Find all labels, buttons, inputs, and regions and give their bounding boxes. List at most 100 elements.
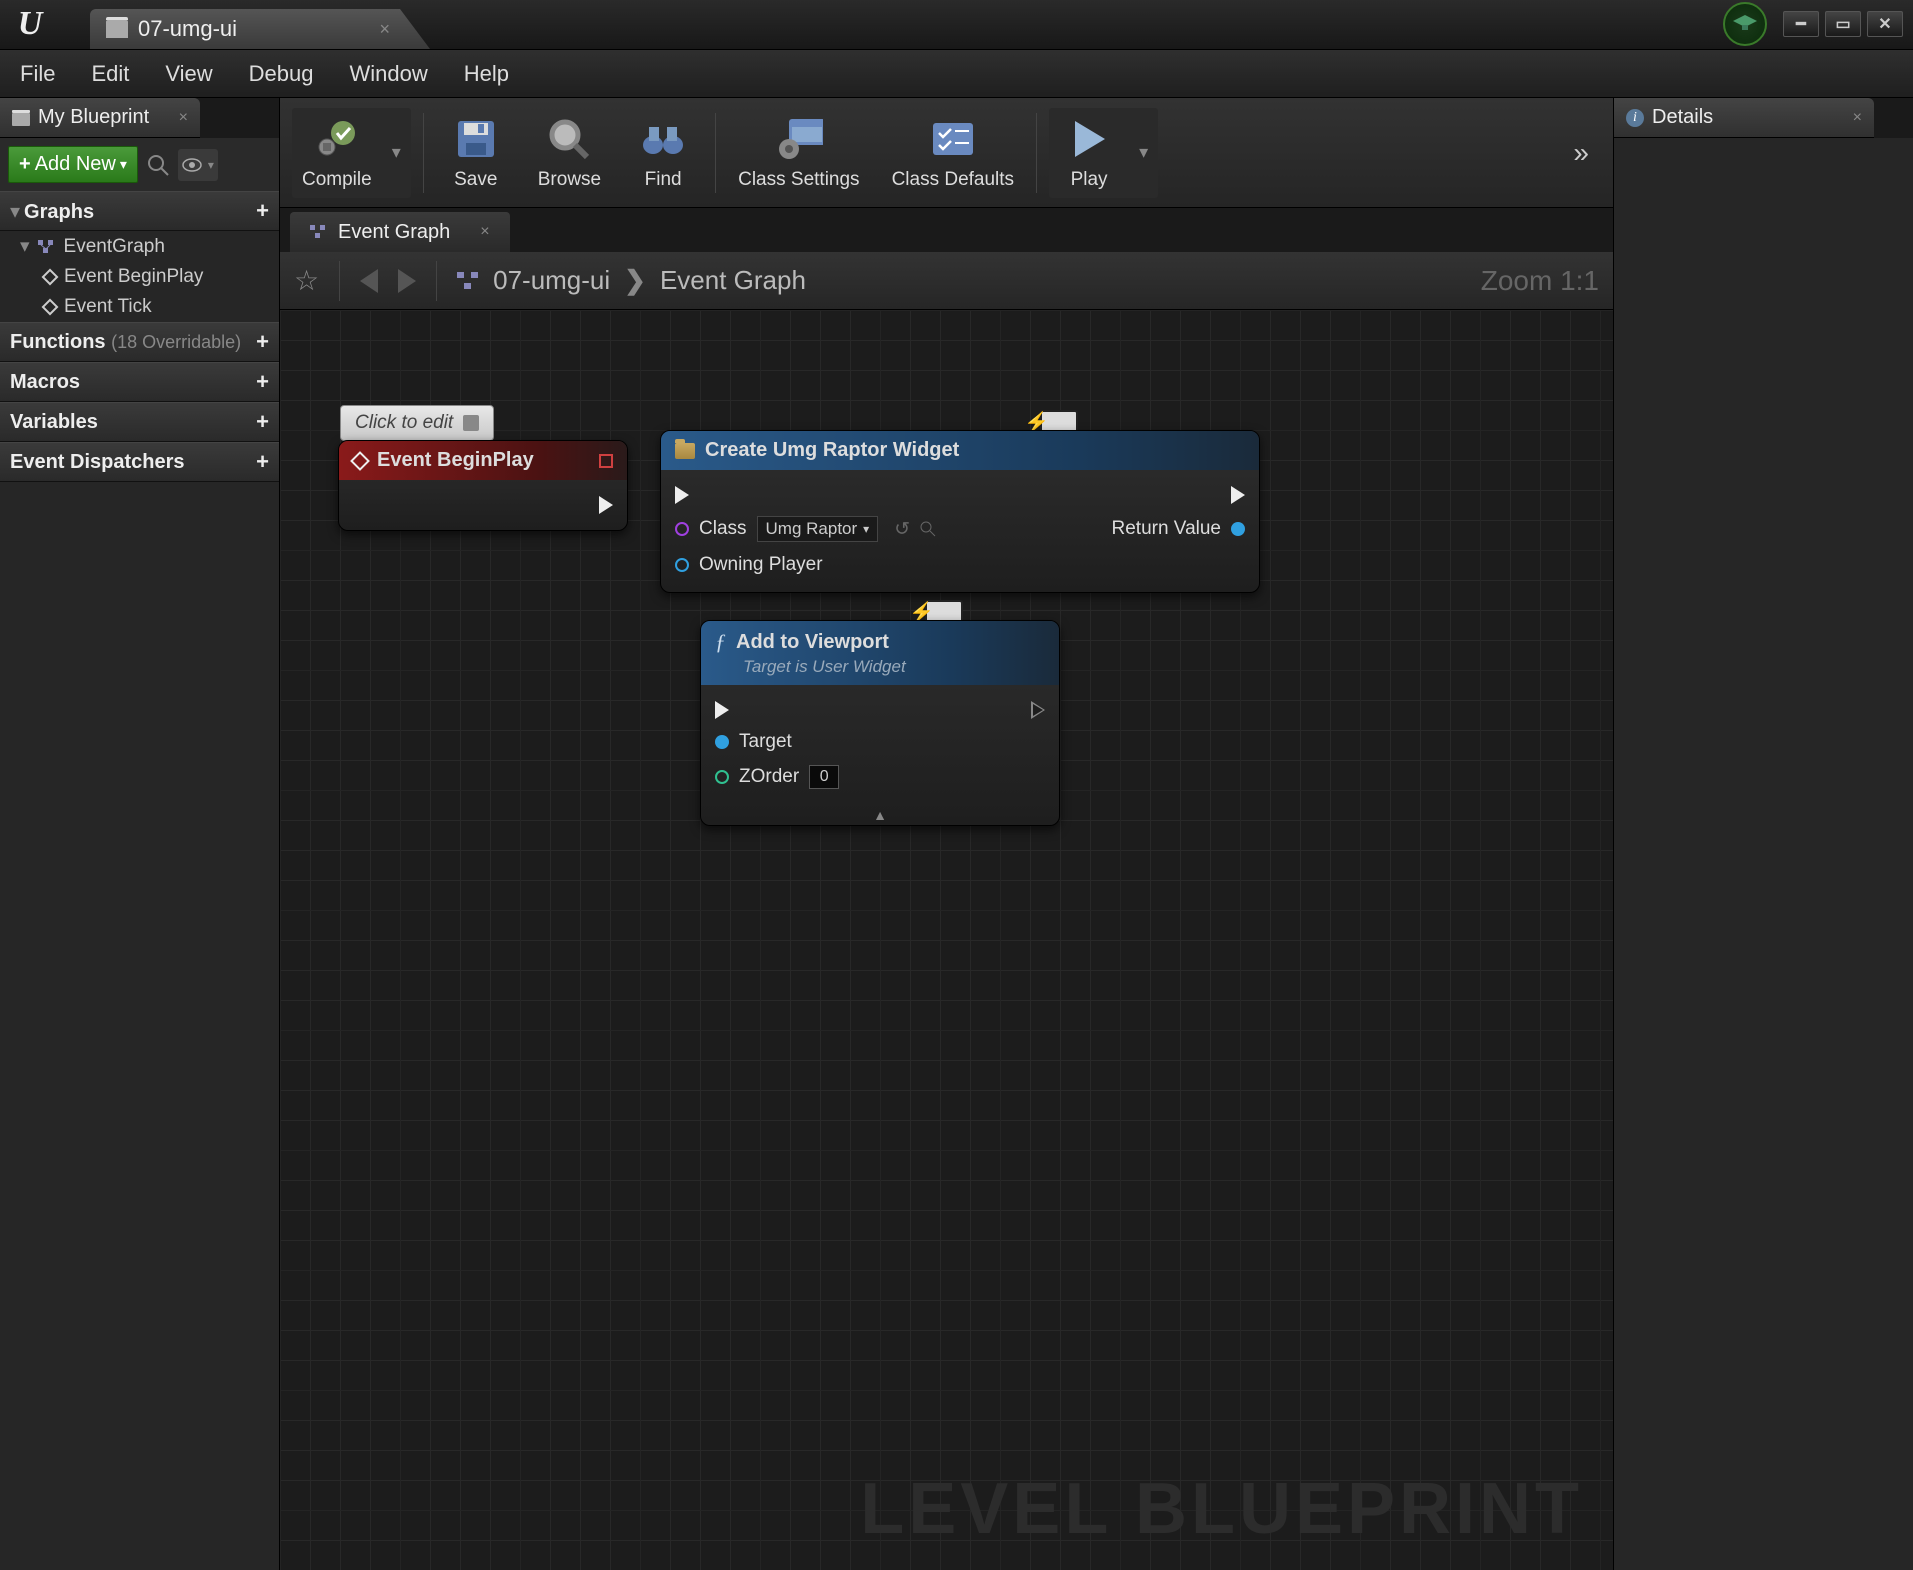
- return-value-pin[interactable]: Return Value: [1112, 518, 1246, 540]
- node-header[interactable]: ƒ Add to Viewport Target is User Widget: [701, 621, 1059, 685]
- tool-label: Save: [454, 169, 497, 191]
- class-pin[interactable]: Class Umg Raptor ▾ ↺: [675, 516, 936, 542]
- tab-details[interactable]: i Details ×: [1614, 98, 1874, 138]
- tab-my-blueprint[interactable]: My Blueprint ×: [0, 98, 200, 138]
- plus-icon[interactable]: +: [256, 329, 269, 355]
- tool-label: Browse: [538, 169, 601, 191]
- graph-icon: [457, 272, 479, 290]
- tree-item-event-tick[interactable]: Event Tick: [0, 292, 279, 322]
- tree-item-event-beginplay[interactable]: Event BeginPlay: [0, 262, 279, 292]
- menu-help[interactable]: Help: [464, 61, 509, 87]
- editor-tab[interactable]: 07-umg-ui ×: [90, 9, 430, 49]
- pin-label: Class: [699, 518, 747, 540]
- menu-bar: File Edit View Debug Window Help: [0, 50, 1913, 98]
- tree-item-label: Event Tick: [64, 296, 152, 318]
- section-variables[interactable]: Variables +: [0, 402, 279, 442]
- expand-node-icon[interactable]: ▲: [701, 805, 1059, 825]
- plus-icon[interactable]: +: [256, 449, 269, 475]
- section-event-dispatchers[interactable]: Event Dispatchers +: [0, 442, 279, 482]
- folder-icon: [675, 443, 695, 459]
- nav-back-button[interactable]: [360, 269, 378, 293]
- menu-view[interactable]: View: [165, 61, 212, 87]
- pin-label: Target: [739, 731, 792, 753]
- menu-file[interactable]: File: [20, 61, 55, 87]
- menu-debug[interactable]: Debug: [249, 61, 314, 87]
- target-pin[interactable]: Target: [715, 731, 792, 753]
- overflow-button[interactable]: »: [1573, 137, 1589, 169]
- panel-my-blueprint: My Blueprint × + Add New ▾ ▾ ▾Graphs + ▾…: [0, 98, 280, 1570]
- chevron-down-icon[interactable]: ▾: [1129, 142, 1158, 163]
- menu-edit[interactable]: Edit: [91, 61, 129, 87]
- class-settings-button[interactable]: Class Settings: [728, 108, 869, 198]
- unreal-logo-icon: U: [0, 0, 60, 49]
- panel-details: i Details ×: [1613, 98, 1913, 1570]
- nav-forward-button[interactable]: [398, 269, 416, 293]
- plus-icon[interactable]: +: [256, 198, 269, 224]
- section-functions[interactable]: Functions (18 Overridable) +: [0, 322, 279, 362]
- node-header[interactable]: Create Umg Raptor Widget: [661, 431, 1259, 470]
- binoculars-icon: [639, 115, 687, 163]
- node-event-beginplay[interactable]: Event BeginPlay: [338, 440, 628, 531]
- search-icon[interactable]: [146, 153, 170, 177]
- exec-in-pin[interactable]: [715, 701, 729, 719]
- graduation-cap-icon[interactable]: [1723, 2, 1767, 46]
- title-bar: U 07-umg-ui × ━ ▭ ✕: [0, 0, 1913, 50]
- browse-asset-icon[interactable]: [920, 521, 936, 537]
- tree-item-eventgraph[interactable]: ▾ EventGraph: [0, 231, 279, 262]
- exec-out-pin[interactable]: [599, 496, 613, 514]
- save-button[interactable]: Save: [436, 108, 516, 198]
- graph-icon: [38, 240, 56, 254]
- info-icon: i: [1626, 109, 1644, 127]
- chevron-down-icon[interactable]: ▾: [382, 142, 411, 163]
- tab-label: Details: [1652, 106, 1713, 129]
- owning-player-pin[interactable]: Owning Player: [675, 554, 823, 576]
- menu-window[interactable]: Window: [350, 61, 428, 87]
- close-window-button[interactable]: ✕: [1867, 11, 1903, 37]
- find-button[interactable]: Find: [623, 108, 703, 198]
- tab-label: Event Graph: [338, 221, 450, 244]
- pin-icon: [463, 415, 479, 431]
- exec-in-pin[interactable]: [675, 486, 689, 504]
- view-options-button[interactable]: ▾: [178, 149, 218, 181]
- section-graphs[interactable]: ▾Graphs +: [0, 191, 279, 231]
- class-defaults-button[interactable]: Class Defaults: [882, 108, 1025, 198]
- reset-icon[interactable]: ↺: [894, 518, 910, 541]
- play-button[interactable]: Play: [1049, 108, 1129, 198]
- graph-canvas[interactable]: Click to edit Event BeginPlay: [280, 310, 1613, 1570]
- exec-out-pin[interactable]: [1031, 701, 1045, 719]
- node-add-to-viewport[interactable]: ƒ Add to Viewport Target is User Widget …: [700, 620, 1060, 826]
- plus-icon[interactable]: +: [256, 369, 269, 395]
- zorder-input[interactable]: [809, 765, 839, 789]
- tree-item-label: Event BeginPlay: [64, 266, 203, 288]
- plus-icon[interactable]: +: [256, 409, 269, 435]
- breadcrumb-level[interactable]: 07-umg-ui: [493, 265, 610, 296]
- plus-icon: +: [19, 153, 31, 176]
- book-icon: [12, 110, 30, 126]
- exec-out-pin[interactable]: [1231, 486, 1245, 504]
- node-create-widget[interactable]: Create Umg Raptor Widget Class Umg Rapto…: [660, 430, 1260, 593]
- comment-tooltip[interactable]: Click to edit: [340, 405, 494, 441]
- canvas-watermark: LEVEL BLUEPRINT: [860, 1468, 1583, 1550]
- section-macros[interactable]: Macros +: [0, 362, 279, 402]
- close-icon[interactable]: ×: [1853, 109, 1862, 127]
- close-tab-icon[interactable]: ×: [379, 19, 390, 40]
- floppy-disk-icon: [452, 115, 500, 163]
- maximize-button[interactable]: ▭: [1825, 11, 1861, 37]
- favorite-icon[interactable]: ☆: [294, 264, 319, 297]
- tab-label: My Blueprint: [38, 106, 149, 129]
- graph-tab-bar: Event Graph ×: [280, 208, 1613, 252]
- add-new-button[interactable]: + Add New ▾: [8, 146, 138, 183]
- class-dropdown[interactable]: Umg Raptor ▾: [757, 516, 879, 542]
- compile-button[interactable]: Compile: [292, 108, 382, 198]
- browse-button[interactable]: Browse: [528, 108, 611, 198]
- breadcrumb-graph[interactable]: Event Graph: [660, 265, 806, 296]
- event-icon: [350, 451, 370, 471]
- node-header[interactable]: Event BeginPlay: [339, 441, 627, 480]
- minimize-button[interactable]: ━: [1783, 11, 1819, 37]
- close-icon[interactable]: ×: [480, 223, 489, 241]
- zorder-pin[interactable]: ZOrder: [715, 765, 839, 789]
- close-icon[interactable]: ×: [179, 109, 188, 127]
- tab-event-graph[interactable]: Event Graph ×: [290, 212, 510, 252]
- window-controls: ━ ▭ ✕: [1723, 0, 1913, 49]
- section-title: Macros: [10, 371, 80, 394]
